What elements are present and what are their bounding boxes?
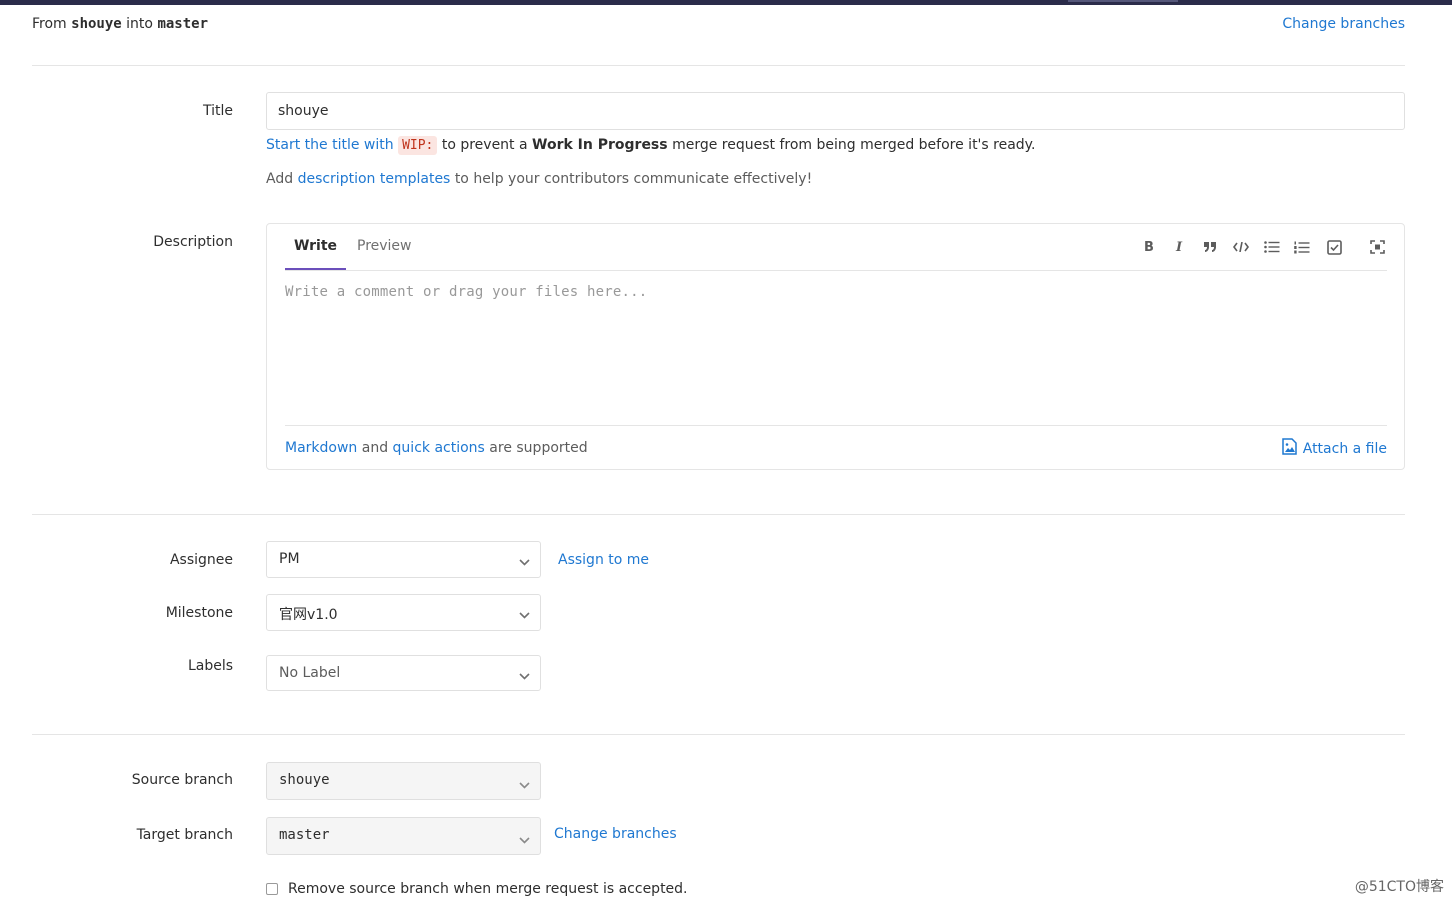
markdown-hint-and: and	[361, 440, 389, 456]
assignee-value: PM	[279, 551, 300, 567]
divider	[32, 65, 1405, 66]
branch-header: From shouye into master Change branches	[32, 14, 1405, 36]
watermark: @51CTO博客	[1354, 879, 1444, 895]
markdown-link[interactable]: Markdown	[285, 440, 357, 456]
template-hint-suffix: to help your contributors communicate ef…	[454, 171, 813, 187]
into-label: into	[126, 16, 153, 32]
attach-file-button[interactable]: Attach a file	[1281, 438, 1387, 459]
milestone-label: Milestone	[165, 605, 233, 621]
assignee-dropdown[interactable]: PM	[266, 541, 541, 578]
target-branch-value: master	[279, 827, 330, 843]
description-editor: Write Preview B I Write a comment or dra…	[266, 223, 1405, 470]
branch-summary: From shouye into master	[32, 16, 208, 32]
quote-icon[interactable]	[1199, 238, 1221, 256]
markdown-hint: Markdown and quick actions are supported	[285, 440, 588, 456]
chevron-down-icon	[519, 607, 530, 623]
bullet-list-icon[interactable]	[1261, 238, 1283, 256]
labels-dropdown[interactable]: No Label	[266, 655, 541, 691]
wip-hint-end: merge request from being merged before i…	[672, 137, 1036, 153]
italic-icon[interactable]: I	[1168, 238, 1190, 256]
wip-hint-text: to prevent a	[441, 137, 528, 153]
description-textarea[interactable]: Write a comment or drag your files here.…	[285, 284, 647, 300]
assignee-label: Assignee	[169, 552, 233, 568]
task-list-icon[interactable]	[1323, 238, 1345, 256]
source-branch-dropdown: shouye	[266, 762, 541, 800]
title-input[interactable]: shouye	[266, 92, 1405, 130]
markdown-hint-suffix: are supported	[489, 440, 588, 456]
tab-preview[interactable]: Preview	[357, 237, 412, 270]
change-branches-link-bottom[interactable]: Change branches	[554, 826, 677, 842]
topbar-highlight	[1068, 0, 1178, 2]
wip-code: WIP:	[398, 136, 438, 155]
bold-icon[interactable]: B	[1138, 238, 1160, 256]
chevron-down-icon	[519, 832, 530, 848]
description-templates-link[interactable]: description templates	[298, 171, 451, 187]
chevron-down-icon	[519, 668, 530, 684]
image-file-icon	[1281, 438, 1297, 459]
assign-to-me-link[interactable]: Assign to me	[558, 552, 649, 568]
milestone-dropdown[interactable]: 官网v1.0	[266, 594, 541, 631]
remove-source-branch-row: Remove source branch when merge request …	[266, 881, 688, 897]
change-branches-link[interactable]: Change branches	[1282, 16, 1405, 32]
tab-write[interactable]: Write	[285, 237, 346, 270]
template-hint-prefix: Add	[266, 171, 294, 187]
code-icon[interactable]	[1230, 238, 1252, 256]
wip-hint: Start the title with WIP: to prevent a W…	[266, 136, 1036, 155]
target-branch-name: master	[157, 16, 209, 32]
from-label: From	[32, 16, 67, 32]
target-branch-dropdown[interactable]: master	[266, 817, 541, 855]
template-hint: Add description templates to help your c…	[266, 171, 812, 187]
remove-source-branch-label[interactable]: Remove source branch when merge request …	[288, 881, 688, 897]
source-branch-label: Source branch	[131, 772, 233, 788]
milestone-value: 官网v1.0	[279, 607, 338, 623]
divider	[32, 514, 1405, 515]
source-branch-name: shouye	[71, 16, 122, 32]
description-label: Description	[153, 234, 233, 250]
target-branch-label: Target branch	[136, 827, 233, 843]
wip-hint-link[interactable]: Start the title with	[266, 137, 394, 153]
divider	[32, 734, 1405, 735]
labels-value: No Label	[279, 665, 341, 681]
editor-footer-divider	[285, 425, 1387, 426]
labels-label: Labels	[187, 658, 233, 674]
chevron-down-icon	[519, 554, 530, 570]
quick-actions-link[interactable]: quick actions	[393, 440, 485, 456]
fullscreen-icon[interactable]	[1366, 238, 1388, 256]
numbered-list-icon[interactable]	[1291, 238, 1313, 256]
remove-source-branch-checkbox[interactable]	[266, 883, 278, 895]
title-label: Title	[202, 103, 233, 119]
chevron-down-icon	[519, 777, 530, 793]
top-navbar-edge	[0, 0, 1452, 5]
attach-file-label[interactable]: Attach a file	[1303, 441, 1387, 457]
wip-hint-bold: Work In Progress	[532, 137, 668, 153]
editor-tab-divider	[285, 270, 1387, 271]
source-branch-value: shouye	[279, 772, 330, 788]
